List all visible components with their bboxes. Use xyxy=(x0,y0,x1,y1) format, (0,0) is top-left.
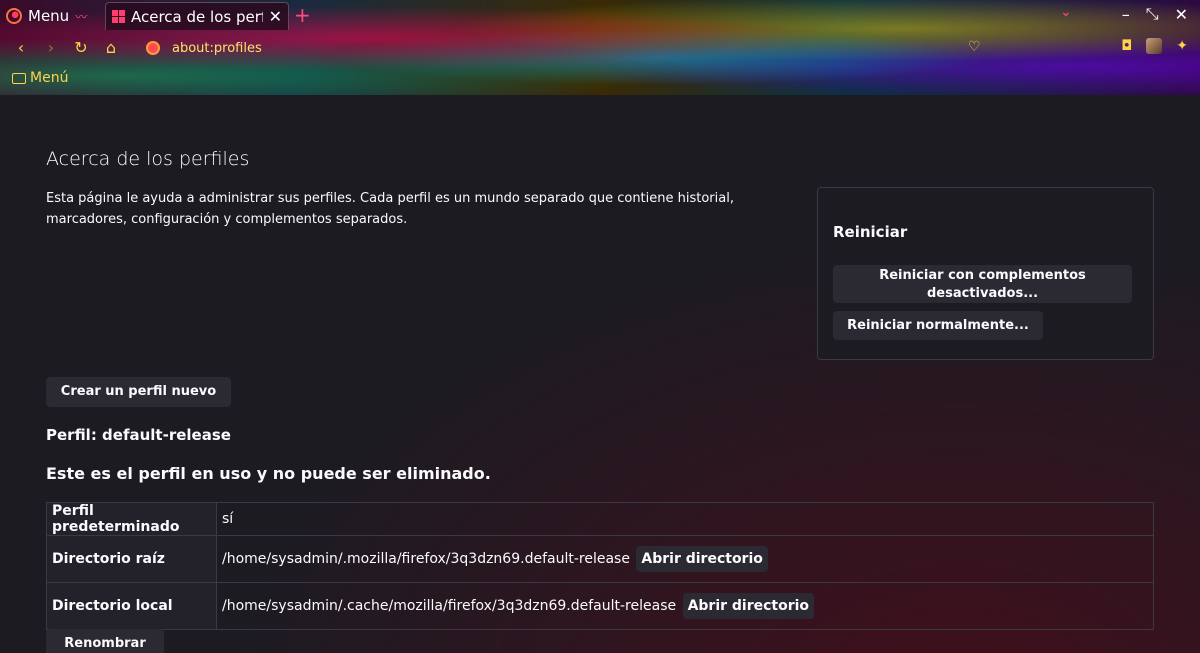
home-icon[interactable]: ⌂ xyxy=(100,37,122,59)
property-value: /home/sysadmin/.mozilla/firefox/3q3dzn69… xyxy=(216,535,1154,583)
rename-profile-button[interactable]: Renombrar xyxy=(46,629,164,653)
account-avatar[interactable] xyxy=(1146,38,1163,54)
firefox-identity-icon xyxy=(146,41,160,55)
open-local-directory-button[interactable]: Abrir directorio xyxy=(682,593,815,619)
table-row: Perfil predeterminado sí xyxy=(46,502,1154,536)
property-key: Directorio raíz xyxy=(46,535,217,583)
reload-icon[interactable]: ↻ xyxy=(70,37,92,59)
bookmark-folder-menu[interactable]: Menú xyxy=(30,70,68,86)
list-all-tabs-icon[interactable]: ⌄ xyxy=(1060,4,1072,20)
profiles-tab-icon xyxy=(112,10,125,23)
restore-icon[interactable]: ⤡ xyxy=(1146,4,1159,24)
profile-properties-table: Perfil predeterminado sí Directorio raíz… xyxy=(46,502,1154,630)
root-directory-path: /home/sysadmin/.mozilla/firefox/3q3dzn69… xyxy=(222,551,630,567)
menu-tab-label: Menu xyxy=(28,7,70,25)
page-intro: Esta página le ayuda a administrar sus p… xyxy=(46,191,734,227)
bookmark-heart-icon[interactable]: ♡ xyxy=(968,39,981,55)
new-tab-button[interactable]: + xyxy=(294,3,311,27)
profile-in-use-notice: Este es el perfil en uso y no puede ser … xyxy=(46,464,491,483)
browser-chrome: Menu 〰 Acerca de los perfiles ✕ + ⌄ – ⤡ … xyxy=(0,0,1200,95)
folder-icon xyxy=(12,72,26,84)
restart-title: Reiniciar xyxy=(833,223,908,241)
restart-normal-button[interactable]: Reiniciar normalmente... xyxy=(833,311,1043,340)
property-value: /home/sysadmin/.cache/mozilla/firefox/3q… xyxy=(216,582,1154,630)
url-text: about:profiles xyxy=(172,40,262,56)
table-row: Directorio local /home/sysadmin/.cache/m… xyxy=(46,582,1154,630)
window-controls: – ⤡ ✕ xyxy=(1122,4,1188,24)
property-value: sí xyxy=(216,502,1154,536)
close-window-icon[interactable]: ✕ xyxy=(1175,5,1188,24)
pocket-icon[interactable]: ◘ xyxy=(1121,38,1132,54)
nav-bar: ‹ › ↻ ⌂ about:profiles ♡ ◘ ✦ xyxy=(0,33,1200,63)
create-profile-button[interactable]: Crear un perfil nuevo xyxy=(46,377,231,407)
extensions-icon[interactable]: ✦ xyxy=(1176,38,1188,54)
about-profiles-page: Acerca de los perfiles Esta página le ay… xyxy=(0,95,1200,653)
tab-bar: Menu 〰 Acerca de los perfiles ✕ + ⌄ – ⤡ … xyxy=(0,0,1200,31)
menu-tab[interactable]: Menu 〰 xyxy=(6,4,87,28)
default-profile-value: sí xyxy=(222,511,234,527)
url-bar[interactable]: about:profiles xyxy=(140,36,995,60)
table-row: Directorio raíz /home/sysadmin/.mozilla/… xyxy=(46,535,1154,583)
back-icon[interactable]: ‹ xyxy=(10,37,32,59)
property-key: Directorio local xyxy=(46,582,217,630)
nav-toolbar-right: ◘ ✦ xyxy=(1121,38,1188,54)
tab-about-profiles[interactable]: Acerca de los perfiles ✕ xyxy=(105,2,289,30)
local-directory-path: /home/sysadmin/.cache/mozilla/firefox/3q… xyxy=(222,598,677,614)
restart-safe-mode-button[interactable]: Reiniciar con complementos desactivados.… xyxy=(833,265,1132,303)
property-key: Perfil predeterminado xyxy=(46,502,217,536)
minimize-icon[interactable]: – xyxy=(1122,5,1130,24)
bookmarks-toolbar: Menú xyxy=(12,70,68,86)
forward-icon[interactable]: › xyxy=(40,37,62,59)
mustache-icon: 〰 xyxy=(75,9,88,24)
close-tab-icon[interactable]: ✕ xyxy=(269,7,282,26)
restart-panel: Reiniciar Reiniciar con complementos des… xyxy=(817,187,1154,360)
profile-heading: Perfil: default-release xyxy=(46,426,231,444)
open-root-directory-button[interactable]: Abrir directorio xyxy=(636,546,768,572)
tab-title: Acerca de los perfiles xyxy=(131,7,263,26)
firefox-icon xyxy=(6,8,22,24)
page-title: Acerca de los perfiles xyxy=(46,148,250,170)
